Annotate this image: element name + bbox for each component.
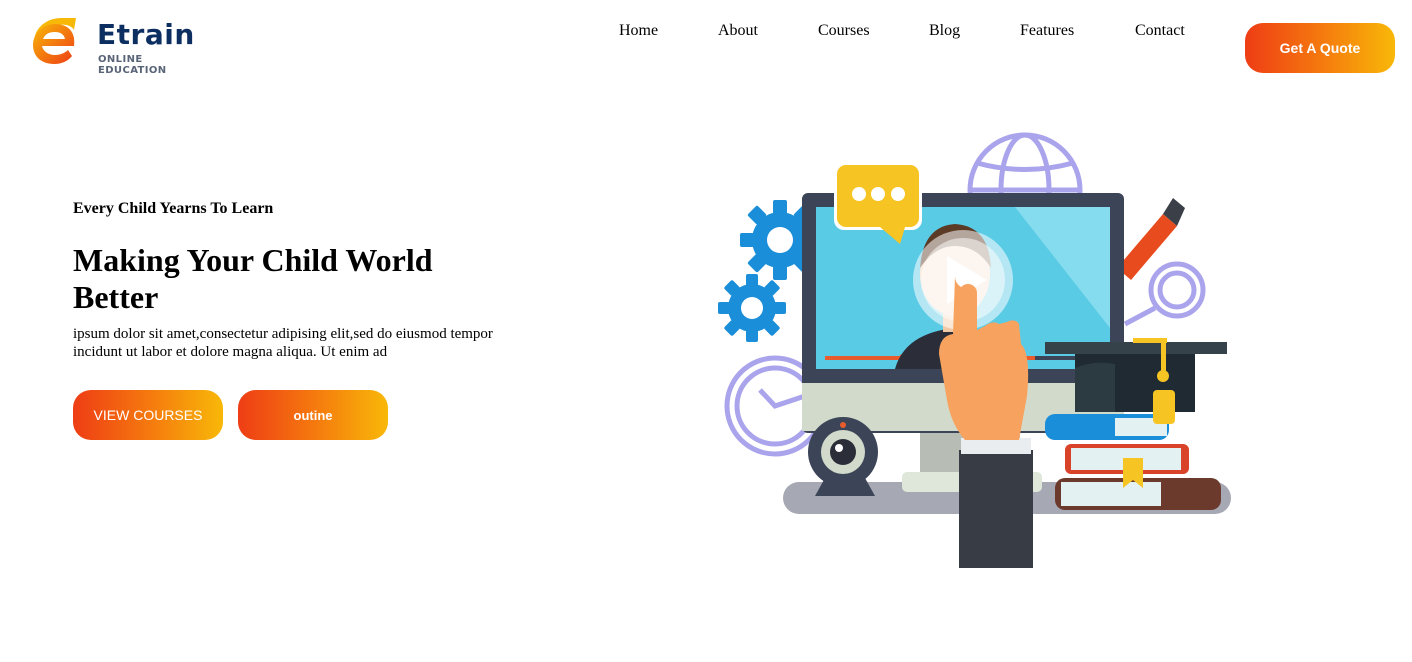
nav-features[interactable]: Features [1020, 22, 1074, 40]
logo-e-icon [33, 18, 76, 64]
brand-name: Etrain [97, 18, 195, 51]
view-courses-button[interactable]: VIEW COURSES [73, 390, 223, 440]
books-icon [1045, 414, 1221, 510]
nav-home[interactable]: Home [619, 22, 658, 40]
nav-contact[interactable]: Contact [1135, 22, 1185, 40]
pencil-icon [1117, 198, 1185, 280]
logo[interactable]: Etrain ONLINE EDUCATION [30, 16, 210, 76]
nav-blog[interactable]: Blog [929, 22, 960, 40]
outine-button[interactable]: outine [238, 390, 388, 440]
brand-tagline: ONLINE EDUCATION [98, 54, 167, 76]
hero-eyebrow: Every Child Yearns To Learn [73, 200, 274, 217]
get-a-quote-button[interactable]: Get A Quote [1245, 23, 1395, 73]
nav-about[interactable]: About [718, 22, 758, 40]
nav-courses[interactable]: Courses [818, 22, 870, 40]
hero-description: ipsum dolor sit amet,consectetur adipisi… [73, 326, 493, 360]
hero-title: Making Your Child World Better [73, 242, 433, 315]
hero-illustration [718, 132, 1231, 568]
gear-icon [718, 274, 786, 342]
